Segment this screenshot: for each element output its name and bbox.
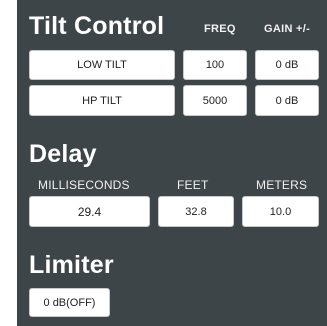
feet-label: FEET (177, 178, 209, 192)
tilt-control-heading: Tilt Control (29, 12, 165, 40)
low-tilt-freq-field[interactable]: 100 (183, 50, 247, 80)
meters-label: METERS (256, 178, 308, 192)
feet-field[interactable]: 32.8 (158, 196, 234, 227)
hp-tilt-freq-field[interactable]: 5000 (183, 85, 247, 116)
hp-tilt-gain-field[interactable]: 0 dB (255, 85, 319, 116)
limiter-heading: Limiter (29, 251, 114, 279)
meters-field[interactable]: 10.0 (242, 196, 319, 227)
low-tilt-button[interactable]: LOW TILT (29, 50, 175, 80)
milliseconds-field[interactable]: 29.4 (29, 196, 150, 227)
freq-column-label: FREQ (204, 23, 236, 35)
low-tilt-gain-field[interactable]: 0 dB (255, 50, 319, 80)
milliseconds-label: MILLISECONDS (38, 178, 130, 192)
limiter-field[interactable]: 0 dB(OFF) (29, 288, 110, 317)
delay-heading: Delay (29, 140, 97, 168)
gain-column-label: GAIN +/- (264, 23, 311, 35)
hp-tilt-button[interactable]: HP TILT (29, 85, 175, 116)
